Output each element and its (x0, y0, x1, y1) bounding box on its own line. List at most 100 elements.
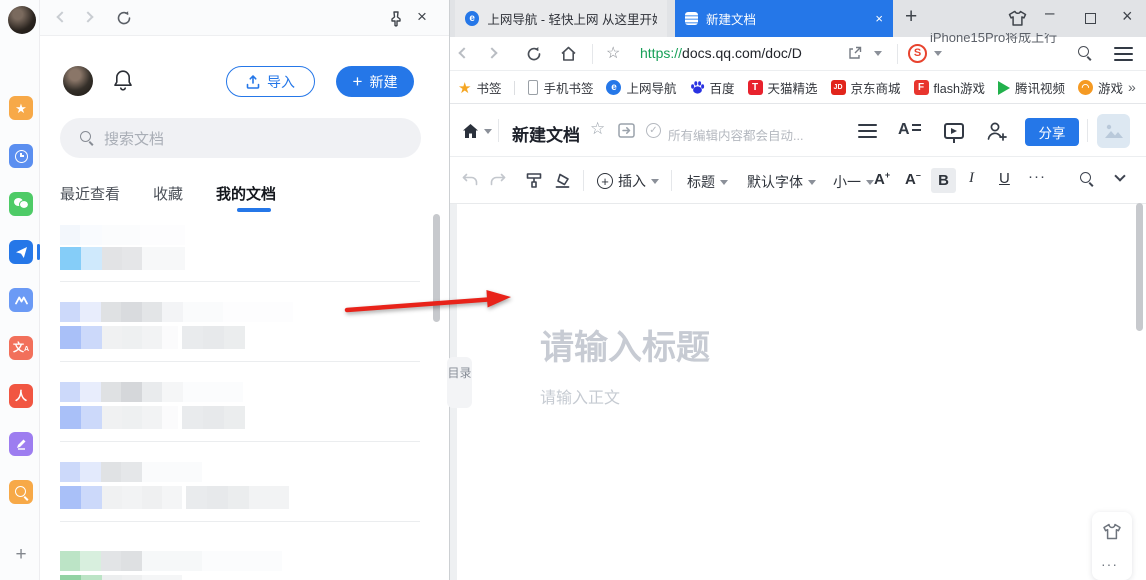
add-app-icon[interactable]: + (12, 545, 30, 564)
heading-select[interactable]: 标题 (687, 172, 728, 192)
bookmark-star-icon[interactable]: ☆ (606, 43, 620, 63)
sogou-icon[interactable]: S (908, 44, 927, 63)
find-in-doc-icon[interactable] (1080, 172, 1094, 186)
refresh-icon[interactable] (526, 46, 542, 62)
format-painter-icon[interactable] (526, 172, 542, 189)
bookmark-item[interactable]: ◠ 游戏 (1077, 78, 1123, 97)
page-search-icon[interactable] (1078, 46, 1092, 60)
favorites-icon[interactable]: ★ (9, 96, 33, 120)
bookmark-item[interactable]: 腾讯视频 (997, 78, 1065, 97)
present-mode-icon[interactable] (944, 123, 964, 143)
tab-close-icon[interactable]: × (875, 11, 883, 26)
home-icon[interactable] (560, 45, 577, 62)
news-ticker-clipped: iPhone15Pro将成上行 (930, 33, 1058, 43)
notes-icon[interactable] (9, 432, 33, 456)
collapse-toolbar-icon[interactable] (1114, 170, 1126, 182)
doc-list-item[interactable] (60, 527, 420, 580)
doc-list-tab-0[interactable]: 最近查看 (60, 183, 120, 204)
bookmark-item[interactable]: ★ 书签 (458, 78, 501, 97)
doc-list-tab-1[interactable]: 收藏 (153, 183, 183, 204)
undo-icon[interactable] (462, 173, 478, 187)
font-select[interactable]: 默认字体 (747, 172, 816, 192)
caret-icon (808, 179, 816, 185)
add-collaborator-icon[interactable] (986, 121, 1008, 141)
user-avatar[interactable] (63, 66, 93, 96)
outline-menu-icon[interactable] (858, 124, 877, 138)
share-button[interactable]: 分享 (1025, 118, 1079, 146)
bookmark-item[interactable]: Fflash游戏 (913, 78, 985, 97)
skin-theme-icon[interactable] (1008, 10, 1027, 27)
font-size-select[interactable]: 小一 (833, 172, 874, 192)
bookmark-item[interactable]: e 上网导航 (606, 78, 677, 97)
forward-icon[interactable] (486, 47, 498, 59)
translate-icon[interactable]: 文A (9, 336, 33, 360)
doc-home-icon[interactable] (462, 123, 479, 139)
game-icon: ◠ (1077, 80, 1093, 95)
notifications-bell-icon[interactable] (112, 68, 134, 93)
doc-user-avatar[interactable] (1097, 114, 1130, 148)
bookmark-item[interactable]: 百度 (690, 78, 735, 97)
sogou-caret-icon[interactable] (934, 51, 942, 56)
doc-body-placeholder[interactable]: 请输入正文 (540, 384, 620, 408)
history-icon[interactable] (9, 144, 33, 168)
caret-icon (720, 179, 728, 185)
pdf-reader-icon[interactable]: 人 (9, 384, 33, 408)
left-panel-scrollbar[interactable] (433, 214, 440, 322)
doc-list-tab-2[interactable]: 我的文档 (216, 183, 276, 204)
tencent-docs-icon[interactable] (9, 240, 33, 264)
minimize-icon[interactable]: – (1045, 3, 1054, 23)
bookmark-item[interactable]: 手机书签 (528, 78, 593, 97)
blurred-text-row (60, 382, 243, 402)
insert-button[interactable]: + 插入 (597, 171, 659, 191)
move-to-folder-icon[interactable] (618, 123, 635, 138)
new-tab-button[interactable]: + (905, 5, 917, 29)
doc-list-item[interactable] (60, 447, 420, 522)
pin-icon[interactable] (388, 10, 404, 27)
favorite-star-icon[interactable]: ☆ (590, 119, 605, 139)
doc-scrollbar[interactable] (1136, 203, 1143, 331)
wechat-icon[interactable] (9, 192, 33, 216)
search-input[interactable]: 搜索文档 (60, 118, 421, 158)
bookmarks-overflow-icon[interactable]: » (1128, 79, 1136, 95)
bold-button[interactable]: B (931, 168, 956, 193)
doc-list-item[interactable] (60, 222, 420, 282)
doc-title[interactable]: 新建文档 (512, 121, 580, 146)
decrease-font-icon[interactable]: A– (905, 170, 921, 188)
underline-button[interactable]: U (999, 170, 1010, 187)
home-caret-icon[interactable] (484, 129, 492, 134)
new-doc-button[interactable]: + 新建 (336, 66, 414, 97)
doc-list-item[interactable] (60, 367, 420, 442)
browser-tab-navigation[interactable]: e 上网导航 - 轻快上网 从这里开始 (455, 0, 667, 37)
redo-icon[interactable] (490, 173, 506, 187)
bookmark-item[interactable]: JD 京东商城 (830, 78, 901, 97)
sidebar-avatar[interactable] (8, 6, 36, 34)
bookmark-item[interactable]: T 天猫精选 (747, 78, 818, 97)
clear-format-icon[interactable] (554, 172, 571, 189)
skin-theme-icon[interactable] (1102, 523, 1122, 540)
share-page-icon[interactable] (848, 46, 862, 60)
search-app-icon[interactable] (9, 480, 33, 504)
address-bar[interactable]: https://docs.qq.com/doc/D (640, 45, 802, 61)
back-icon[interactable] (56, 11, 68, 23)
dropdown-caret-icon[interactable] (874, 51, 882, 56)
doc-list-item[interactable] (60, 287, 420, 362)
doc-title-placeholder[interactable]: 请输入标题 (540, 320, 710, 369)
plus-circle-icon: + (597, 173, 613, 189)
browser-tab-new-doc[interactable]: 新建文档 × (675, 0, 893, 37)
import-button[interactable]: 导入 (226, 66, 315, 97)
increase-font-icon[interactable]: A+ (874, 170, 890, 188)
close-window-icon[interactable]: × (1122, 6, 1133, 27)
browser-menu-icon[interactable] (1114, 47, 1133, 61)
maximize-icon[interactable] (1085, 13, 1096, 24)
forward-icon[interactable] (82, 11, 94, 23)
italic-button[interactable]: I (969, 170, 974, 187)
more-options-icon[interactable]: ··· (1101, 556, 1118, 572)
back-icon[interactable] (458, 47, 470, 59)
more-formats-icon[interactable]: ··· (1028, 168, 1046, 185)
outline-toggle-tab[interactable]: 目录 (447, 357, 472, 408)
refresh-icon[interactable] (116, 10, 132, 26)
text-style-icon[interactable]: A (898, 121, 921, 139)
bookmark-label: 腾讯视频 (1014, 82, 1065, 96)
mail-icon[interactable] (9, 288, 33, 312)
close-panel-icon[interactable]: × (417, 7, 427, 27)
